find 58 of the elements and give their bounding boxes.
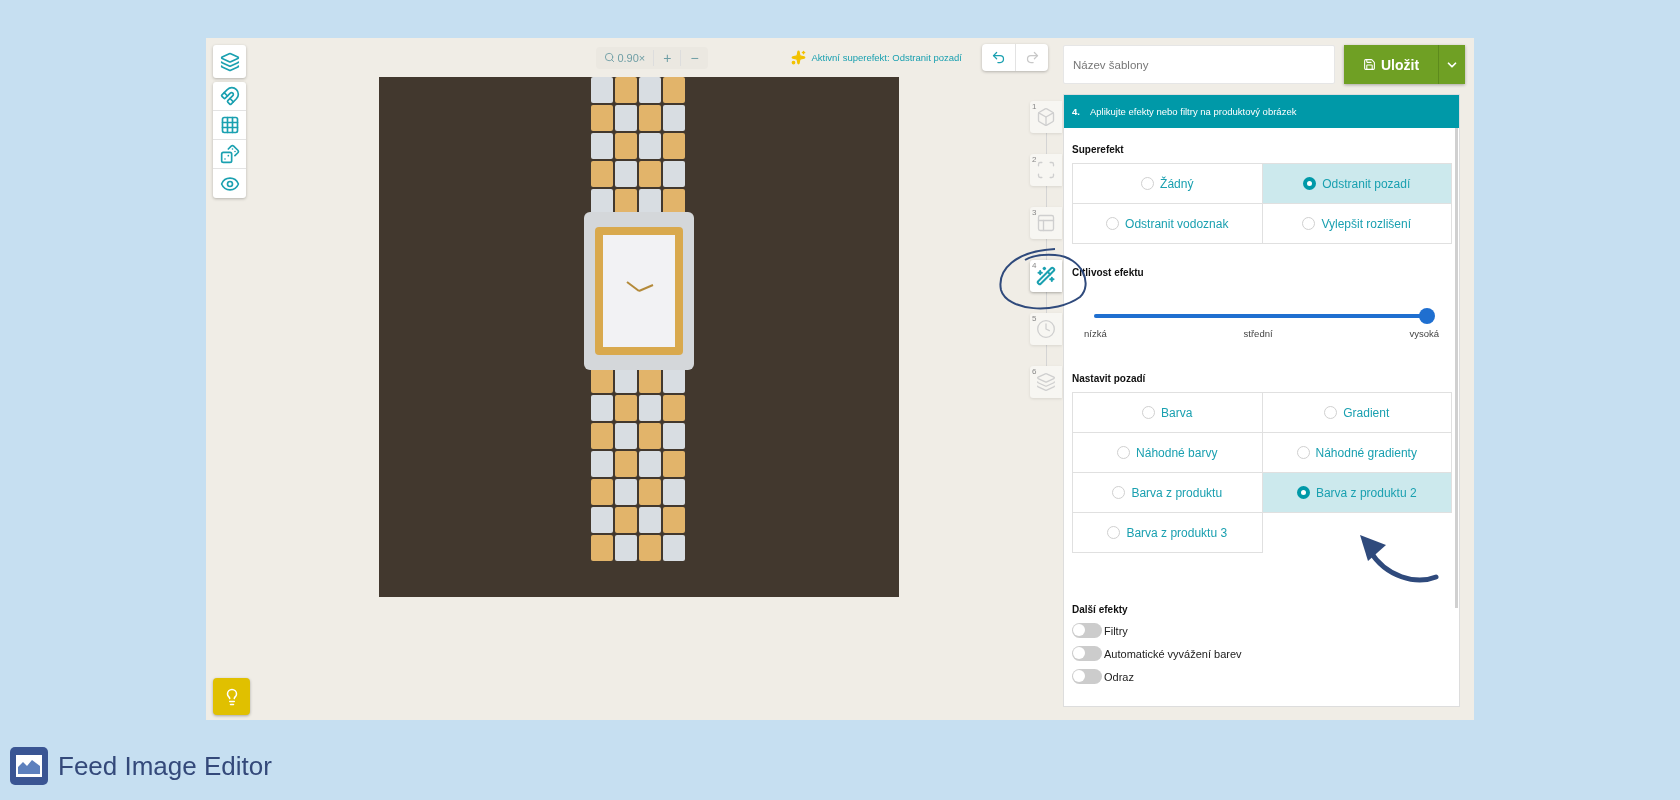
toggle-switch[interactable]	[1072, 669, 1102, 684]
slider-tick-label: nízká	[1084, 328, 1107, 339]
zoom-in-button[interactable]: +	[653, 49, 681, 66]
step-button[interactable]: 1	[1030, 101, 1062, 133]
search-icon	[604, 52, 616, 63]
radio-option[interactable]: Odstranit vodoznak	[1072, 203, 1263, 244]
layers-icon	[1036, 372, 1056, 392]
panel-title: Aplikujte efekty nebo filtry na produktový obrázek	[1089, 106, 1297, 117]
radio-option[interactable]: Gradient	[1261, 392, 1452, 433]
zoom-out-button[interactable]: −	[680, 49, 708, 66]
step-button[interactable]: 4	[1030, 260, 1062, 292]
cube-icon	[1036, 107, 1056, 127]
frame-corners-icon	[1036, 160, 1056, 180]
step-button[interactable]: 2	[1030, 154, 1062, 186]
slider-tick-label: vysoká	[1409, 328, 1439, 339]
clock-icon	[1036, 319, 1056, 339]
sparkles-icon	[790, 50, 806, 65]
app-title: Feed Image Editor	[58, 750, 272, 782]
section-label: Superefekt	[1072, 144, 1125, 155]
radio-option[interactable]: Žádný	[1072, 163, 1263, 204]
step-button[interactable]: 5	[1030, 313, 1062, 345]
radio-option[interactable]: Vylepšit rozlišení	[1261, 203, 1452, 244]
template-name-field[interactable]: Název šablony	[1063, 45, 1335, 84]
radio-option[interactable]: Barva z produktu 2	[1261, 472, 1452, 513]
step-number: 5	[1032, 314, 1037, 323]
magic-wand-icon	[1036, 266, 1056, 286]
dice-icon	[219, 144, 240, 164]
redo-icon	[1024, 50, 1040, 65]
step-number: 4.	[1072, 106, 1080, 117]
save-button[interactable]: Uložit	[1344, 45, 1438, 84]
radio-option[interactable]: Barva z produktu 3	[1072, 512, 1263, 553]
grid-icon	[219, 115, 240, 135]
slider-tick-label: střední	[1243, 328, 1273, 339]
step-number: 2	[1032, 155, 1037, 164]
step-number: 6	[1032, 367, 1037, 376]
toggle-switch[interactable]	[1072, 646, 1102, 661]
step-number: 1	[1032, 102, 1037, 111]
section-label: Další efekty	[1072, 604, 1129, 615]
toggle-label: Odraz	[1104, 670, 1134, 683]
section-label: Nastavit pozadí	[1072, 373, 1147, 384]
radio-option[interactable]: Barva	[1072, 392, 1263, 433]
toggle-label: Filtry	[1104, 624, 1128, 637]
save-icon	[1362, 58, 1376, 71]
active-effect-text: Aktivní superefekt: Odstranit pozadí	[811, 52, 962, 63]
layout-icon	[1036, 213, 1056, 233]
step-number: 3	[1032, 208, 1037, 217]
step-number: 4	[1032, 261, 1037, 270]
magnet-icon	[219, 86, 240, 106]
step-button[interactable]: 3	[1030, 207, 1062, 239]
picture-logo-icon	[10, 747, 48, 785]
zoom-level: 0.90×	[596, 51, 654, 64]
step-button[interactable]: 6	[1030, 366, 1062, 398]
toggle-label: Automatické vyvážení barev	[1104, 647, 1242, 660]
tips-button[interactable]	[213, 678, 250, 715]
undo-icon	[991, 50, 1006, 65]
toggle-switch[interactable]	[1072, 623, 1102, 638]
radio-option[interactable]: Odstranit pozadí	[1261, 163, 1452, 204]
tool-button[interactable]	[213, 45, 246, 78]
